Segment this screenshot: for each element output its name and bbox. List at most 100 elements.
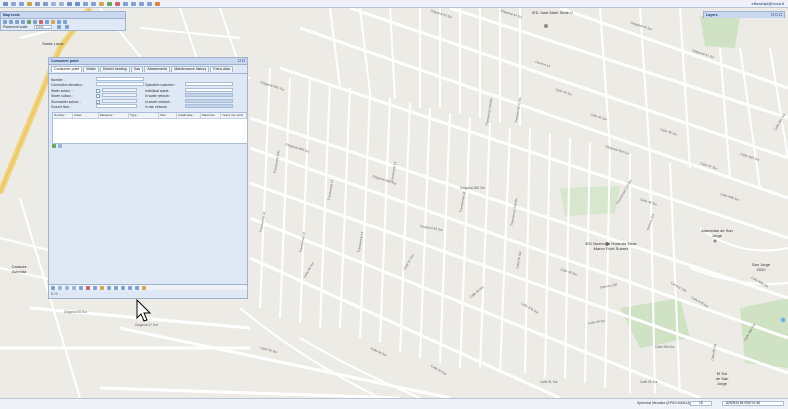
map-label-area: El Sol de San Jorge (715, 371, 729, 386)
tab-water[interactable]: Water (83, 66, 99, 72)
save-icon[interactable] (11, 1, 16, 6)
grid-column-header[interactable]: Number (53, 113, 73, 118)
edit-icon[interactable] (100, 285, 104, 290)
copy-icon[interactable] (93, 285, 97, 290)
undo-icon[interactable] (35, 1, 40, 6)
pan-icon[interactable] (15, 20, 19, 24)
redo-icon[interactable] (43, 1, 48, 6)
select-icon[interactable] (21, 20, 25, 24)
top-toolbar: ellisakdpt@nova.it (0, 0, 788, 8)
tab-district-heating[interactable]: District heating (99, 66, 130, 72)
prev-record-icon[interactable] (65, 285, 69, 290)
measure-icon[interactable] (123, 1, 128, 6)
edit-icon[interactable] (51, 20, 55, 24)
info-icon[interactable] (63, 20, 67, 24)
print-icon[interactable] (19, 1, 24, 6)
paste-icon[interactable] (59, 1, 64, 6)
map-label-school: IED José Martí Sede C (532, 10, 573, 15)
stormwater-subscr-field[interactable] (102, 99, 137, 103)
open-icon[interactable] (3, 1, 8, 6)
settings-icon[interactable] (57, 25, 61, 29)
user-label[interactable]: ellisakdpt@nova.it (751, 1, 784, 6)
dropdown-icon[interactable] (58, 144, 62, 148)
layer-icon[interactable] (45, 20, 49, 24)
print-icon[interactable] (57, 20, 61, 24)
tab-gas[interactable]: Gas (130, 66, 144, 72)
zoom-level-field[interactable]: 18 (690, 400, 712, 406)
in-water-network-select[interactable] (185, 93, 233, 97)
close-icon[interactable] (779, 13, 782, 16)
water-subscr-field[interactable] (102, 88, 137, 92)
minimize-icon[interactable] (238, 59, 241, 62)
number-field[interactable] (96, 77, 144, 81)
grid-column-header[interactable]: Install date (177, 113, 201, 118)
grid-column-header[interactable]: Size (159, 113, 177, 118)
individual-waste-select[interactable] (185, 88, 233, 92)
close-icon[interactable] (242, 59, 245, 62)
zoom-to-icon[interactable] (51, 285, 55, 290)
print-icon[interactable] (121, 285, 125, 290)
select-icon[interactable] (91, 1, 96, 6)
sewer-subscr-checkbox[interactable] (96, 94, 100, 98)
water-point-icon (780, 317, 786, 323)
grid-column-header[interactable]: Type (129, 113, 159, 118)
first-record-icon[interactable] (58, 285, 62, 290)
grid-column-header[interactable]: Measurer (99, 113, 129, 118)
tab-consumer-point[interactable]: Consumer point (51, 66, 83, 72)
sewer-subscr-field[interactable] (102, 93, 137, 97)
zoom-out-icon[interactable] (75, 1, 80, 6)
pan-icon[interactable] (83, 1, 88, 6)
rss-icon[interactable] (155, 1, 160, 6)
tab-attachments[interactable]: Attachments (144, 66, 171, 72)
link-icon[interactable] (107, 285, 111, 290)
attachment-icon[interactable] (135, 285, 139, 290)
maximize-icon[interactable] (775, 13, 778, 16)
meters-grid[interactable]: Number Class Measurer Type Size Install … (52, 112, 248, 144)
copy-icon[interactable] (51, 1, 56, 6)
consumer-point-form: Number : Connection elevation : Water su… (49, 74, 247, 114)
grid-column-header[interactable]: Class (73, 113, 99, 118)
measure-icon[interactable] (33, 20, 37, 24)
layer-icon[interactable] (131, 1, 136, 6)
edit-icon[interactable] (99, 1, 104, 6)
export-icon[interactable] (128, 285, 132, 290)
coordinates-field[interactable]: -8250934.84 508741.58 (722, 400, 784, 406)
stormwater-subscr-checkbox[interactable] (96, 100, 100, 104)
water-subscr-checkbox[interactable] (96, 89, 100, 93)
in-rain-network-select[interactable] (185, 104, 233, 108)
projection-label[interactable]: Spherical Mercator (EPSG:900913) (637, 401, 690, 405)
delete-icon[interactable] (39, 20, 43, 24)
zoom-in-icon[interactable] (67, 1, 72, 6)
grid-column-header[interactable]: Yearly use (m3) (221, 113, 247, 118)
ground-floor-field[interactable] (96, 104, 137, 108)
stormwater-subscr-label: Stormwater subscr. : (51, 100, 82, 104)
delete-icon[interactable] (115, 1, 120, 6)
zoom-in-icon[interactable] (3, 20, 7, 24)
zoom-out-icon[interactable] (9, 20, 13, 24)
in-sewer-network-select[interactable] (185, 99, 233, 103)
grid-column-header[interactable]: Maximum (201, 113, 221, 118)
search-icon[interactable] (147, 1, 152, 6)
delete-icon[interactable] (86, 285, 90, 290)
window-controls (238, 59, 245, 62)
save-icon[interactable] (79, 285, 83, 290)
tab-maintenance-history[interactable]: Maintenance history (171, 66, 210, 72)
add-row-icon[interactable] (52, 144, 56, 148)
map-label-area: Caracas Avenida (11, 264, 27, 274)
add-icon[interactable] (27, 20, 31, 24)
refresh-icon[interactable] (65, 25, 69, 29)
tools-icon[interactable] (142, 285, 146, 290)
record-counter: 0 / 0 (51, 292, 58, 296)
tab-extra-data[interactable]: Extra data (210, 66, 233, 72)
placement-scale-input[interactable]: 1:0.0 (34, 25, 52, 29)
operation-customer-select[interactable] (185, 82, 233, 86)
next-record-icon[interactable] (72, 285, 76, 290)
folder-icon[interactable] (27, 1, 32, 6)
add-icon[interactable] (107, 1, 112, 6)
filter-icon[interactable] (114, 285, 118, 290)
mouse-cursor-icon (136, 299, 152, 322)
connection-elevation-field[interactable] (96, 82, 144, 86)
park-area (700, 16, 740, 48)
info-icon[interactable] (139, 1, 144, 6)
minimize-icon[interactable] (771, 13, 774, 16)
